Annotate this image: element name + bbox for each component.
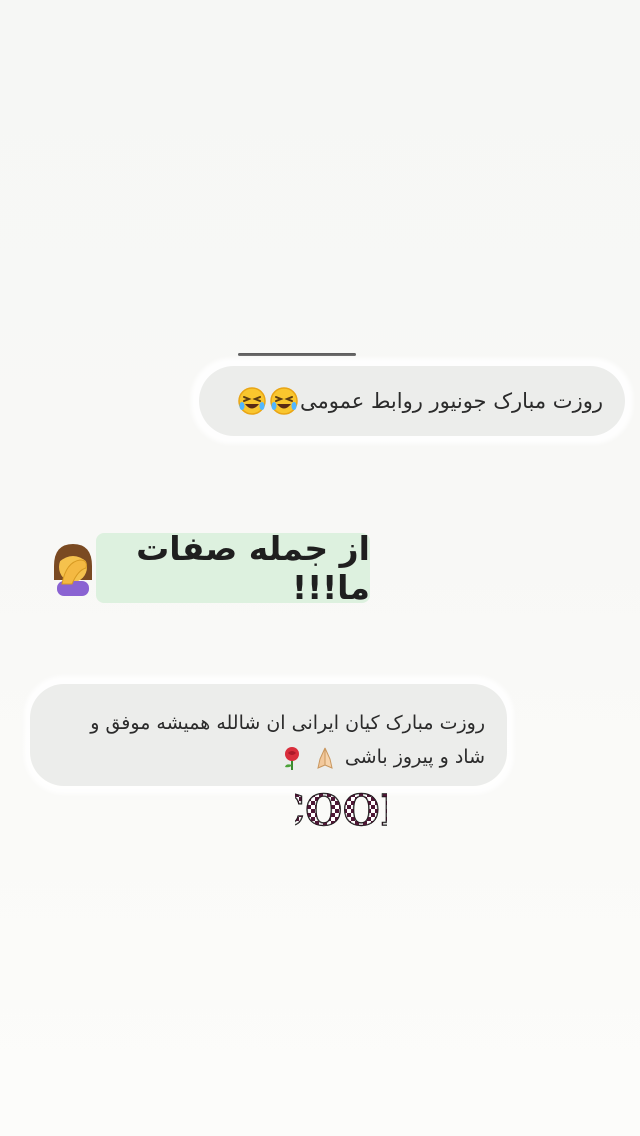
top-divider-line <box>238 353 356 356</box>
message-line-2: شاد و پیروز باشی <box>52 740 485 774</box>
rolling-laughing-face-icon <box>270 387 298 415</box>
caption-text: از جمله صفات ما!!! <box>136 529 370 607</box>
rolling-laughing-face-icon <box>238 387 266 415</box>
message-bubble-congrats: روزت مبارک جونیور روابط عمومی <box>199 366 625 436</box>
sticker-text-shade: COOL <box>295 786 387 833</box>
folded-hands-icon <box>317 747 333 769</box>
message-line-1: روزت مبارک کیان ایرانی ان شالله همیشه مو… <box>90 712 485 734</box>
message-bubble-wishes: روزت مبارک کیان ایرانی ان شالله همیشه مو… <box>30 684 507 786</box>
message-line-2-text: شاد و پیروز باشی <box>344 746 485 768</box>
woman-facepalming-icon <box>54 544 92 596</box>
story-caption: از جمله صفات ما!!! <box>96 529 370 607</box>
message-text: روزت مبارک جونیور روابط عمومی <box>300 389 603 413</box>
rose-icon <box>284 746 299 770</box>
cool-sticker: COOL COOL <box>295 785 387 833</box>
